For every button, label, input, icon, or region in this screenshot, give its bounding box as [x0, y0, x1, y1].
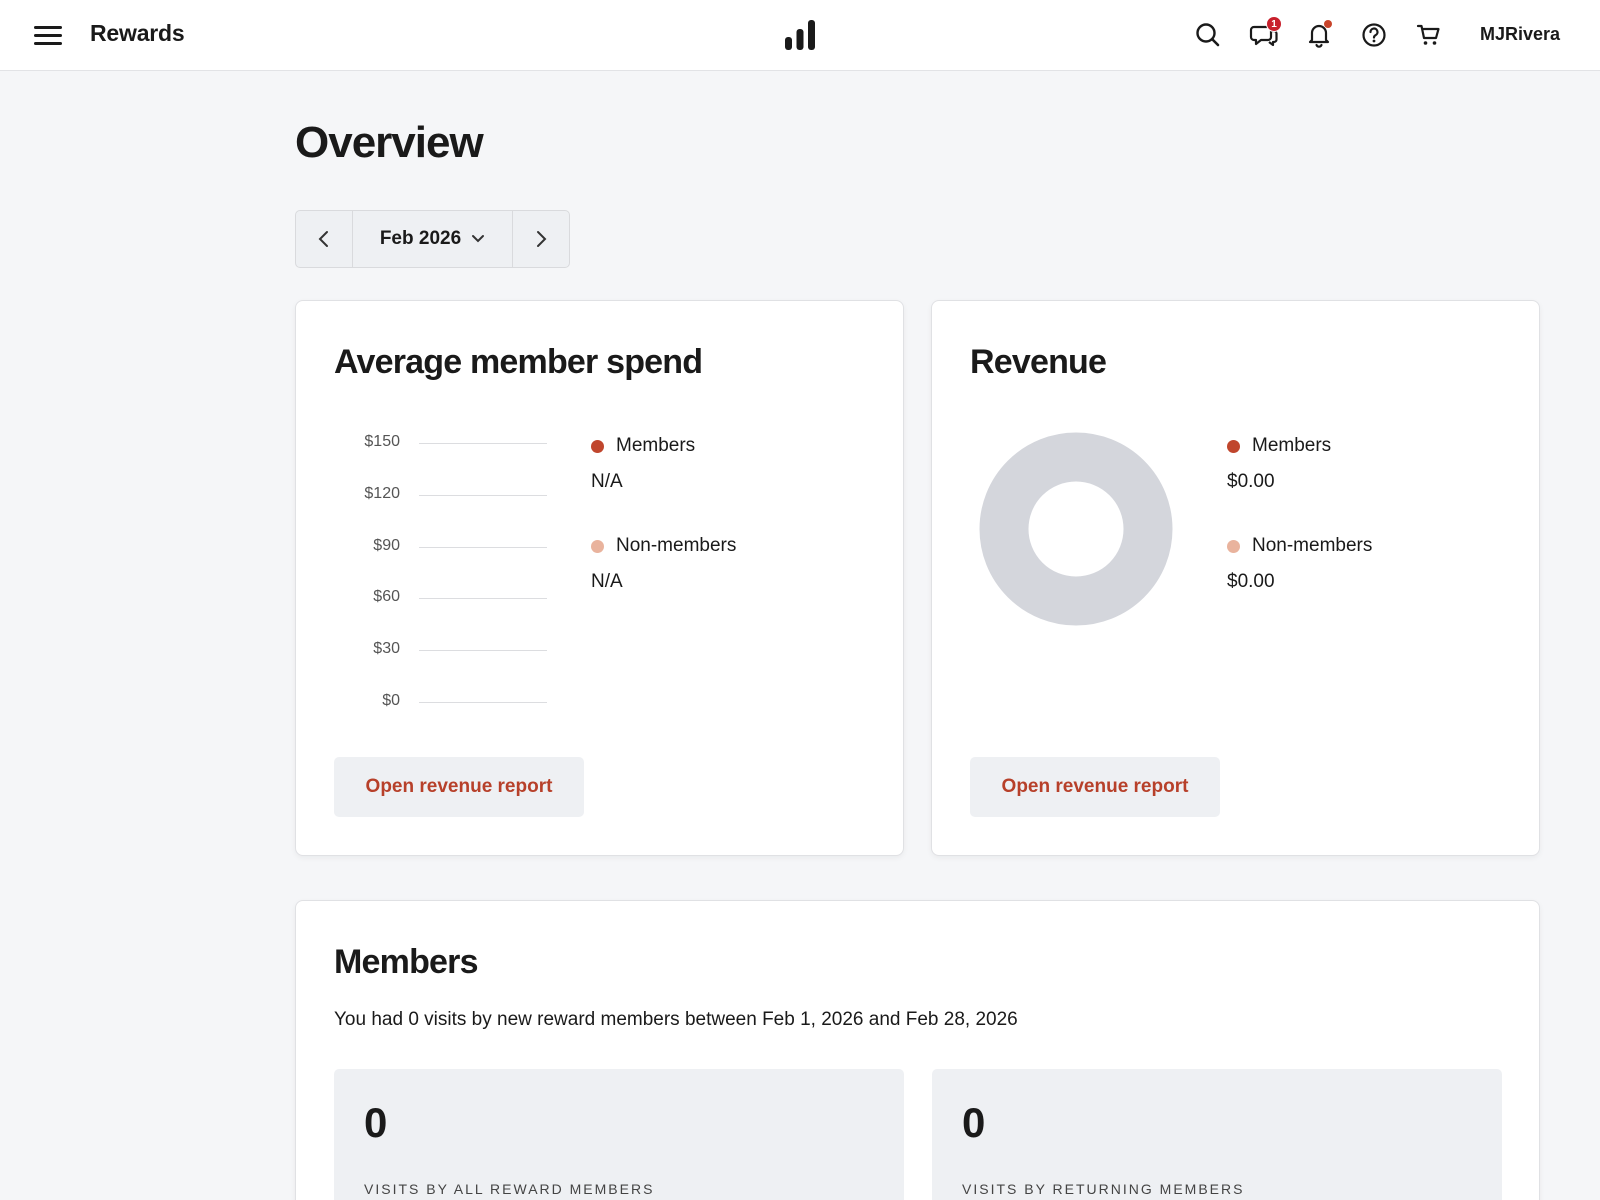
notification-dot — [1324, 20, 1332, 28]
cart-icon[interactable] — [1414, 20, 1444, 50]
grid-line — [419, 494, 547, 496]
bell-icon[interactable] — [1304, 20, 1334, 50]
grid-line — [419, 546, 547, 548]
grid-line — [419, 443, 547, 444]
next-month-button[interactable] — [513, 211, 569, 267]
top-bar: Rewards 1 MJRivera — [0, 0, 1600, 71]
legend-value: $0.00 — [1227, 471, 1275, 492]
page-title: Overview — [295, 118, 484, 167]
y-tick-label: $150 — [364, 433, 400, 450]
legend-label: Non-members — [1252, 535, 1373, 556]
stat-returning-members: 0 VISITS BY RETURNING MEMBERS — [932, 1069, 1502, 1200]
card-title: Average member spend — [334, 343, 703, 381]
stat-all-reward-members: 0 VISITS BY ALL REWARD MEMBERS — [334, 1069, 904, 1200]
revenue-donut-chart — [979, 432, 1173, 626]
chevron-left-icon — [318, 231, 328, 247]
open-revenue-report-button[interactable]: Open revenue report — [334, 757, 584, 817]
legend-value: N/A — [591, 471, 623, 492]
y-tick-label: $120 — [364, 484, 400, 502]
legend-item-non-members: Non-members N/A — [591, 535, 736, 593]
stat-value: 0 — [962, 1099, 986, 1146]
legend-label: Non-members — [616, 535, 737, 556]
hamburger-menu-icon[interactable] — [34, 24, 64, 46]
average-member-spend-card: Average member spend $0 $30 $60 $90 $120 $150… — [295, 300, 904, 856]
grid-line — [419, 650, 547, 652]
members-description: You had 0 visits by new reward members b… — [334, 1009, 1018, 1030]
messages-icon[interactable]: 1 — [1249, 16, 1282, 50]
stat-label: VISITS BY RETURNING MEMBERS — [962, 1181, 1245, 1197]
month-label: Feb 2026 — [379, 228, 462, 249]
legend-dot-members — [591, 439, 604, 453]
legend-item-non-members: Non-members $0.00 — [1227, 535, 1372, 593]
stat-label: VISITS BY ALL REWARD MEMBERS — [364, 1181, 655, 1197]
previous-month-button[interactable] — [296, 211, 352, 267]
month-dropdown[interactable]: Feb 2026 — [352, 211, 513, 267]
messages-badge: 1 — [1266, 16, 1282, 32]
user-account[interactable]: MJRivera — [1480, 24, 1560, 45]
y-tick-label: $30 — [373, 640, 400, 658]
donut-ring — [979, 432, 1173, 626]
legend-dot-non-members — [591, 539, 604, 553]
legend-label: Members — [1252, 435, 1332, 456]
chevron-down-icon — [472, 235, 485, 243]
help-icon[interactable] — [1359, 20, 1389, 50]
stat-value: 0 — [364, 1099, 388, 1146]
date-selector: Feb 2026 — [295, 210, 570, 268]
card-title: Members — [334, 943, 478, 981]
y-tick-label: $0 — [382, 692, 400, 709]
card-title: Revenue — [970, 343, 1107, 381]
legend-item-members: Members N/A — [591, 435, 695, 493]
legend-dot-non-members — [1227, 539, 1240, 553]
chevron-right-icon — [537, 231, 547, 247]
search-icon[interactable] — [1193, 20, 1223, 50]
legend-item-members: Members $0.00 — [1227, 435, 1331, 493]
grid-line — [419, 702, 547, 703]
y-tick-label: $60 — [373, 588, 400, 606]
legend-dot-members — [1227, 439, 1240, 453]
members-card: Members You had 0 visits by new reward m… — [295, 900, 1540, 1200]
revenue-card: Revenue Members $0.00 Non-members $0.00 … — [931, 300, 1540, 856]
grid-line — [419, 598, 547, 600]
app-title: Rewards — [90, 20, 185, 46]
legend-label: Members — [616, 435, 696, 456]
y-tick-label: $90 — [373, 536, 400, 554]
bar-chart-logo-icon[interactable] — [784, 19, 816, 51]
open-revenue-report-button[interactable]: Open revenue report — [970, 757, 1220, 817]
legend-value: $0.00 — [1227, 571, 1275, 592]
legend-value: N/A — [591, 571, 623, 592]
